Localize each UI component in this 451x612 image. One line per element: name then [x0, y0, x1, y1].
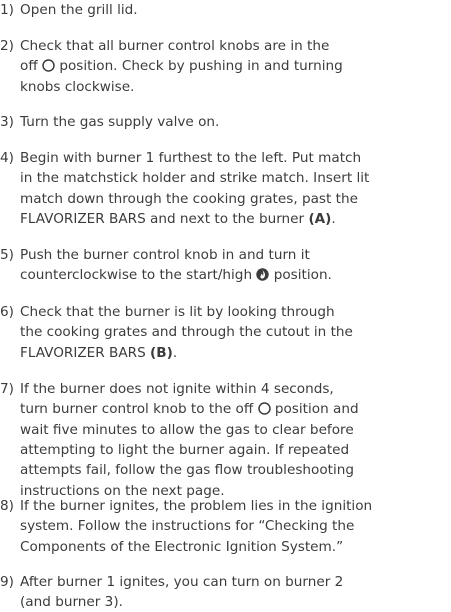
step-text: Components of the Electronic Ignition Sy… — [20, 538, 344, 555]
off-circle-icon — [42, 59, 55, 73]
step-text: knobs clockwise. — [20, 78, 135, 95]
step-text: match down through the cooking grates, p… — [20, 190, 358, 207]
step-text-line: (and burner 3). — [20, 592, 123, 612]
step-text: FLAVORIZER BARS and next to the burner — [20, 210, 309, 227]
figure-reference: (B) — [150, 344, 173, 361]
step-number: 2) — [0, 38, 14, 54]
step-text: attempts fail, follow the gas flow troub… — [20, 462, 354, 479]
start-high-flame-icon — [256, 268, 270, 281]
step-text-line: turn burner control knob to the off posi… — [20, 399, 359, 419]
step-text-line: system. Follow the instructions for “Che… — [20, 516, 354, 536]
step-text-line: knobs clockwise. — [20, 77, 134, 97]
step-number: 3) — [0, 114, 14, 130]
step-text: position. Check by pushing in and turnin… — [55, 58, 343, 75]
step-text-line: attempting to light the burner again. If… — [20, 440, 349, 460]
step-text: Begin with burner 1 furthest to the left… — [20, 150, 362, 166]
step-text: . — [172, 344, 178, 361]
step-text: Open the grill lid. — [20, 2, 138, 18]
step-text: position and — [270, 401, 359, 418]
step-text: counterclockwise to the start/high — [20, 267, 257, 284]
step-text-line: Begin with burner 1 furthest to the left… — [20, 148, 361, 168]
step-text-line: in the matchstick holder and strike matc… — [20, 168, 369, 188]
step-text: Turn the gas supply valve on. — [20, 114, 220, 130]
step-text: the cooking grates and through the cutou… — [20, 324, 353, 341]
step-text: . — [331, 210, 336, 227]
step-text: (and burner 3). — [20, 594, 123, 611]
step-text-line: Open the grill lid. — [20, 0, 138, 20]
step-number: 5) — [0, 247, 14, 263]
step-text: Check that all burner control knobs are … — [20, 38, 330, 54]
step-text-line: FLAVORIZER BARS (B). — [20, 343, 177, 363]
step-number: 4) — [0, 150, 14, 166]
step-text: If the burner does not ignite within 4 s… — [20, 381, 334, 397]
step-text-line: Check that the burner is lit by looking … — [20, 302, 335, 322]
step-text-line: off position. Check by pushing in and tu… — [20, 56, 343, 76]
figure-reference: (A) — [308, 210, 332, 227]
step-number: 9) — [0, 574, 14, 590]
step-text: turn burner control knob to the off — [20, 401, 258, 418]
step-text: Push the burner control knob in and turn… — [20, 247, 310, 263]
step-text: wait five minutes to allow the gas to cl… — [20, 421, 354, 438]
step-text: Check that the burner is lit by looking … — [20, 304, 335, 320]
step-number: 8) — [0, 498, 14, 514]
step-text-line: If the burner does not ignite within 4 s… — [20, 379, 334, 399]
step-text-line: counterclockwise to the start/high posit… — [20, 265, 332, 285]
step-text: FLAVORIZER BARS — [20, 344, 151, 361]
step-text-line: If the burner ignites, the problem lies … — [20, 496, 372, 516]
step-text-line: Push the burner control knob in and turn… — [20, 245, 310, 265]
step-number: 1) — [0, 2, 14, 18]
step-text-line: wait five minutes to allow the gas to cl… — [20, 420, 354, 440]
step-text: off — [20, 58, 43, 75]
step-text-line: attempts fail, follow the gas flow troub… — [20, 460, 354, 480]
step-number: 7) — [0, 381, 14, 397]
step-text-line: the cooking grates and through the cutou… — [20, 322, 353, 342]
step-text: system. Follow the instructions for “Che… — [20, 518, 355, 535]
step-text-line: Turn the gas supply valve on. — [20, 112, 219, 132]
step-text-line: After burner 1 ignites, you can turn on … — [20, 572, 343, 592]
step-text: in the matchstick holder and strike matc… — [20, 170, 370, 187]
step-text-line: Components of the Electronic Ignition Sy… — [20, 537, 343, 557]
step-text-line: FLAVORIZER BARS and next to the burner (… — [20, 209, 336, 229]
step-text: After burner 1 ignites, you can turn on … — [20, 574, 344, 590]
off-circle-icon — [257, 402, 271, 416]
step-text: attempting to light the burner again. If… — [20, 441, 350, 458]
step-number: 6) — [0, 304, 14, 320]
step-text-line: match down through the cooking grates, p… — [20, 189, 358, 209]
step-text: If the burner ignites, the problem lies … — [20, 498, 373, 514]
step-text-line: Check that all burner control knobs are … — [20, 36, 329, 56]
step-text: position. — [269, 267, 332, 284]
